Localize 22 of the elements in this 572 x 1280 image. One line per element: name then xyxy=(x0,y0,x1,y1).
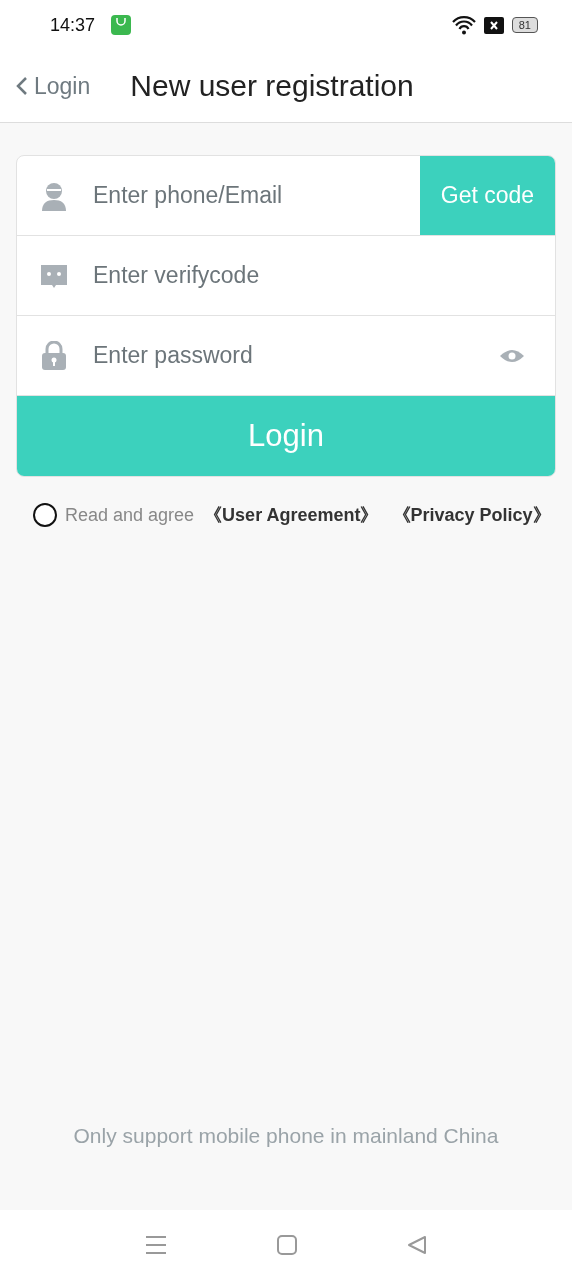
chevron-icon xyxy=(16,76,28,96)
footer-note: Only support mobile phone in mainland China xyxy=(73,1124,499,1147)
input-field[interactable]: Enter verifycode xyxy=(91,254,555,297)
lock-icon xyxy=(39,340,69,371)
battery-level: 81 xyxy=(511,17,538,33)
eye-icon[interactable] xyxy=(499,348,525,363)
agree-text: Read and agree xyxy=(65,504,195,526)
page-title: New user registration xyxy=(130,69,414,103)
back-icon[interactable] xyxy=(407,1235,427,1255)
wifi-icon xyxy=(451,15,476,35)
app-notification-icon xyxy=(111,15,132,35)
clock-time: 14:37 xyxy=(50,14,96,36)
no-sim-icon xyxy=(483,16,504,34)
agree-checkbox[interactable] xyxy=(33,503,57,527)
menu-icon[interactable] xyxy=(145,1235,167,1255)
back-button[interactable]: Login xyxy=(16,72,91,100)
agreement-link[interactable]: 《Privacy Policy》 xyxy=(392,503,551,527)
agreement-link[interactable]: 《User Agreement》 xyxy=(204,503,379,527)
person-icon xyxy=(39,180,69,211)
input-field[interactable]: Enter password xyxy=(91,334,499,377)
input-field[interactable]: Enter phone/Email xyxy=(91,174,420,217)
home-icon[interactable] xyxy=(277,1235,297,1255)
